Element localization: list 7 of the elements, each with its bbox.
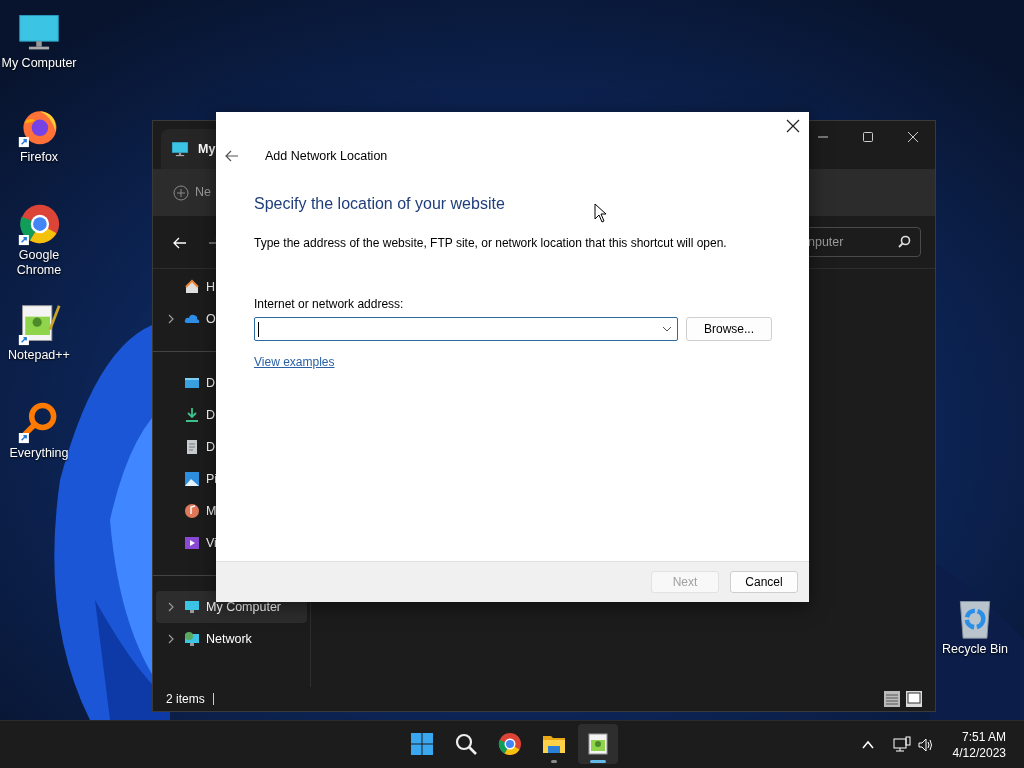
search-text: nputer [808, 233, 844, 251]
dialog-title: Add Network Location [265, 147, 388, 165]
field-label: Internet or network address: [254, 296, 405, 313]
tab-title: My [198, 140, 216, 158]
description-text: Type the address of the website, FTP site, or network location that this shortcut will open. [254, 235, 728, 252]
dialog-heading: Specify the location of your website [254, 194, 505, 214]
status-text: 2 items [166, 691, 205, 708]
